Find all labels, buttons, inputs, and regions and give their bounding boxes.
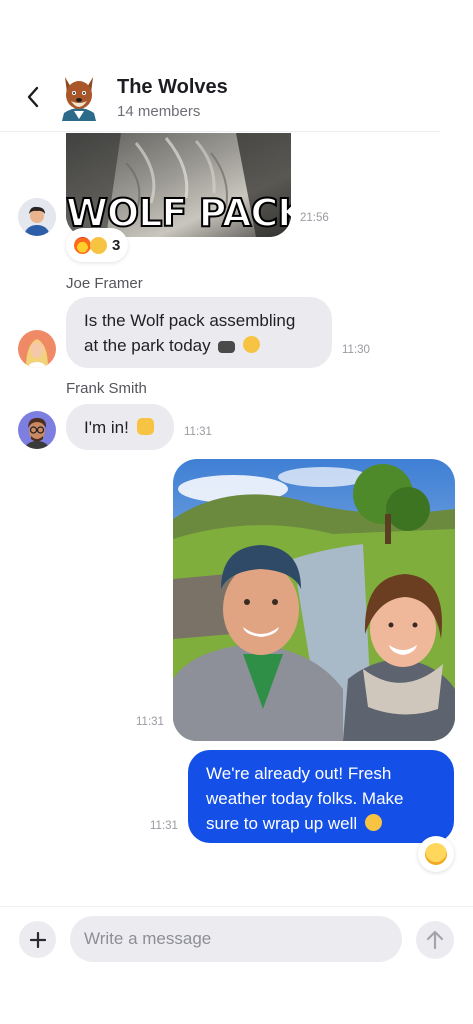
- incoming-message-bubble[interactable]: I'm in!: [66, 404, 174, 450]
- timestamp: 21:56: [300, 212, 329, 224]
- sender-avatar[interactable]: [18, 198, 56, 236]
- timestamp: 11:31: [184, 426, 212, 438]
- back-button[interactable]: [18, 82, 48, 112]
- outgoing-message-bubble[interactable]: We're already out! Fresh weather today f…: [188, 750, 454, 843]
- timestamp: 11:31: [150, 820, 178, 832]
- plus-icon: [29, 931, 46, 948]
- arrow-up-icon: [426, 930, 444, 950]
- fire-emoji-icon: [74, 236, 91, 254]
- chat-title[interactable]: The Wolves: [117, 76, 228, 99]
- sender-avatar[interactable]: [18, 330, 56, 368]
- send-button[interactable]: [416, 921, 454, 959]
- wink-emoji-icon: [90, 236, 107, 254]
- man-glasses-avatar-icon: [18, 411, 56, 449]
- add-attachment-button[interactable]: [19, 921, 56, 958]
- message-input[interactable]: [70, 916, 402, 962]
- timestamp: 11:30: [342, 344, 370, 356]
- message-text: I'm in!: [84, 418, 129, 437]
- chat-screen: WOLF PACK 21:56 3 Joe Framer Is the Wolf…: [0, 0, 473, 1024]
- sender-name: Frank Smith: [66, 380, 147, 397]
- timestamp: 11:31: [136, 716, 164, 728]
- chevron-left-icon: [27, 86, 39, 108]
- person-avatar-icon: [18, 198, 56, 236]
- group-avatar[interactable]: [58, 73, 100, 121]
- sender-avatar[interactable]: [18, 411, 56, 449]
- sender-name: Joe Framer: [66, 275, 143, 292]
- chat-header: The Wolves 14 members: [0, 0, 473, 132]
- incoming-message-bubble[interactable]: Is the Wolf pack assembling at the park …: [66, 297, 332, 368]
- wolf-emoji-icon: [218, 341, 236, 353]
- wolf-mascot-icon: [62, 77, 96, 121]
- wolf-pack-image[interactable]: WOLF PACK: [66, 133, 291, 237]
- reaction-pill[interactable]: [418, 836, 454, 872]
- woman-avatar-icon: [18, 330, 56, 368]
- message-text: Is the Wolf pack assembling at the park …: [84, 311, 296, 355]
- reaction-count: 3: [112, 236, 121, 254]
- selfie-illustration: [173, 459, 455, 741]
- grinning-emoji-icon: [425, 843, 447, 865]
- laughing-emoji-icon: [243, 336, 261, 353]
- reaction-pill[interactable]: 3: [66, 228, 129, 262]
- selfie-photo[interactable]: [173, 459, 455, 741]
- smile-emoji-icon: [364, 814, 382, 831]
- raised-hands-emoji-icon: [136, 418, 154, 435]
- header-divider: [0, 131, 440, 132]
- member-count[interactable]: 14 members: [117, 103, 200, 120]
